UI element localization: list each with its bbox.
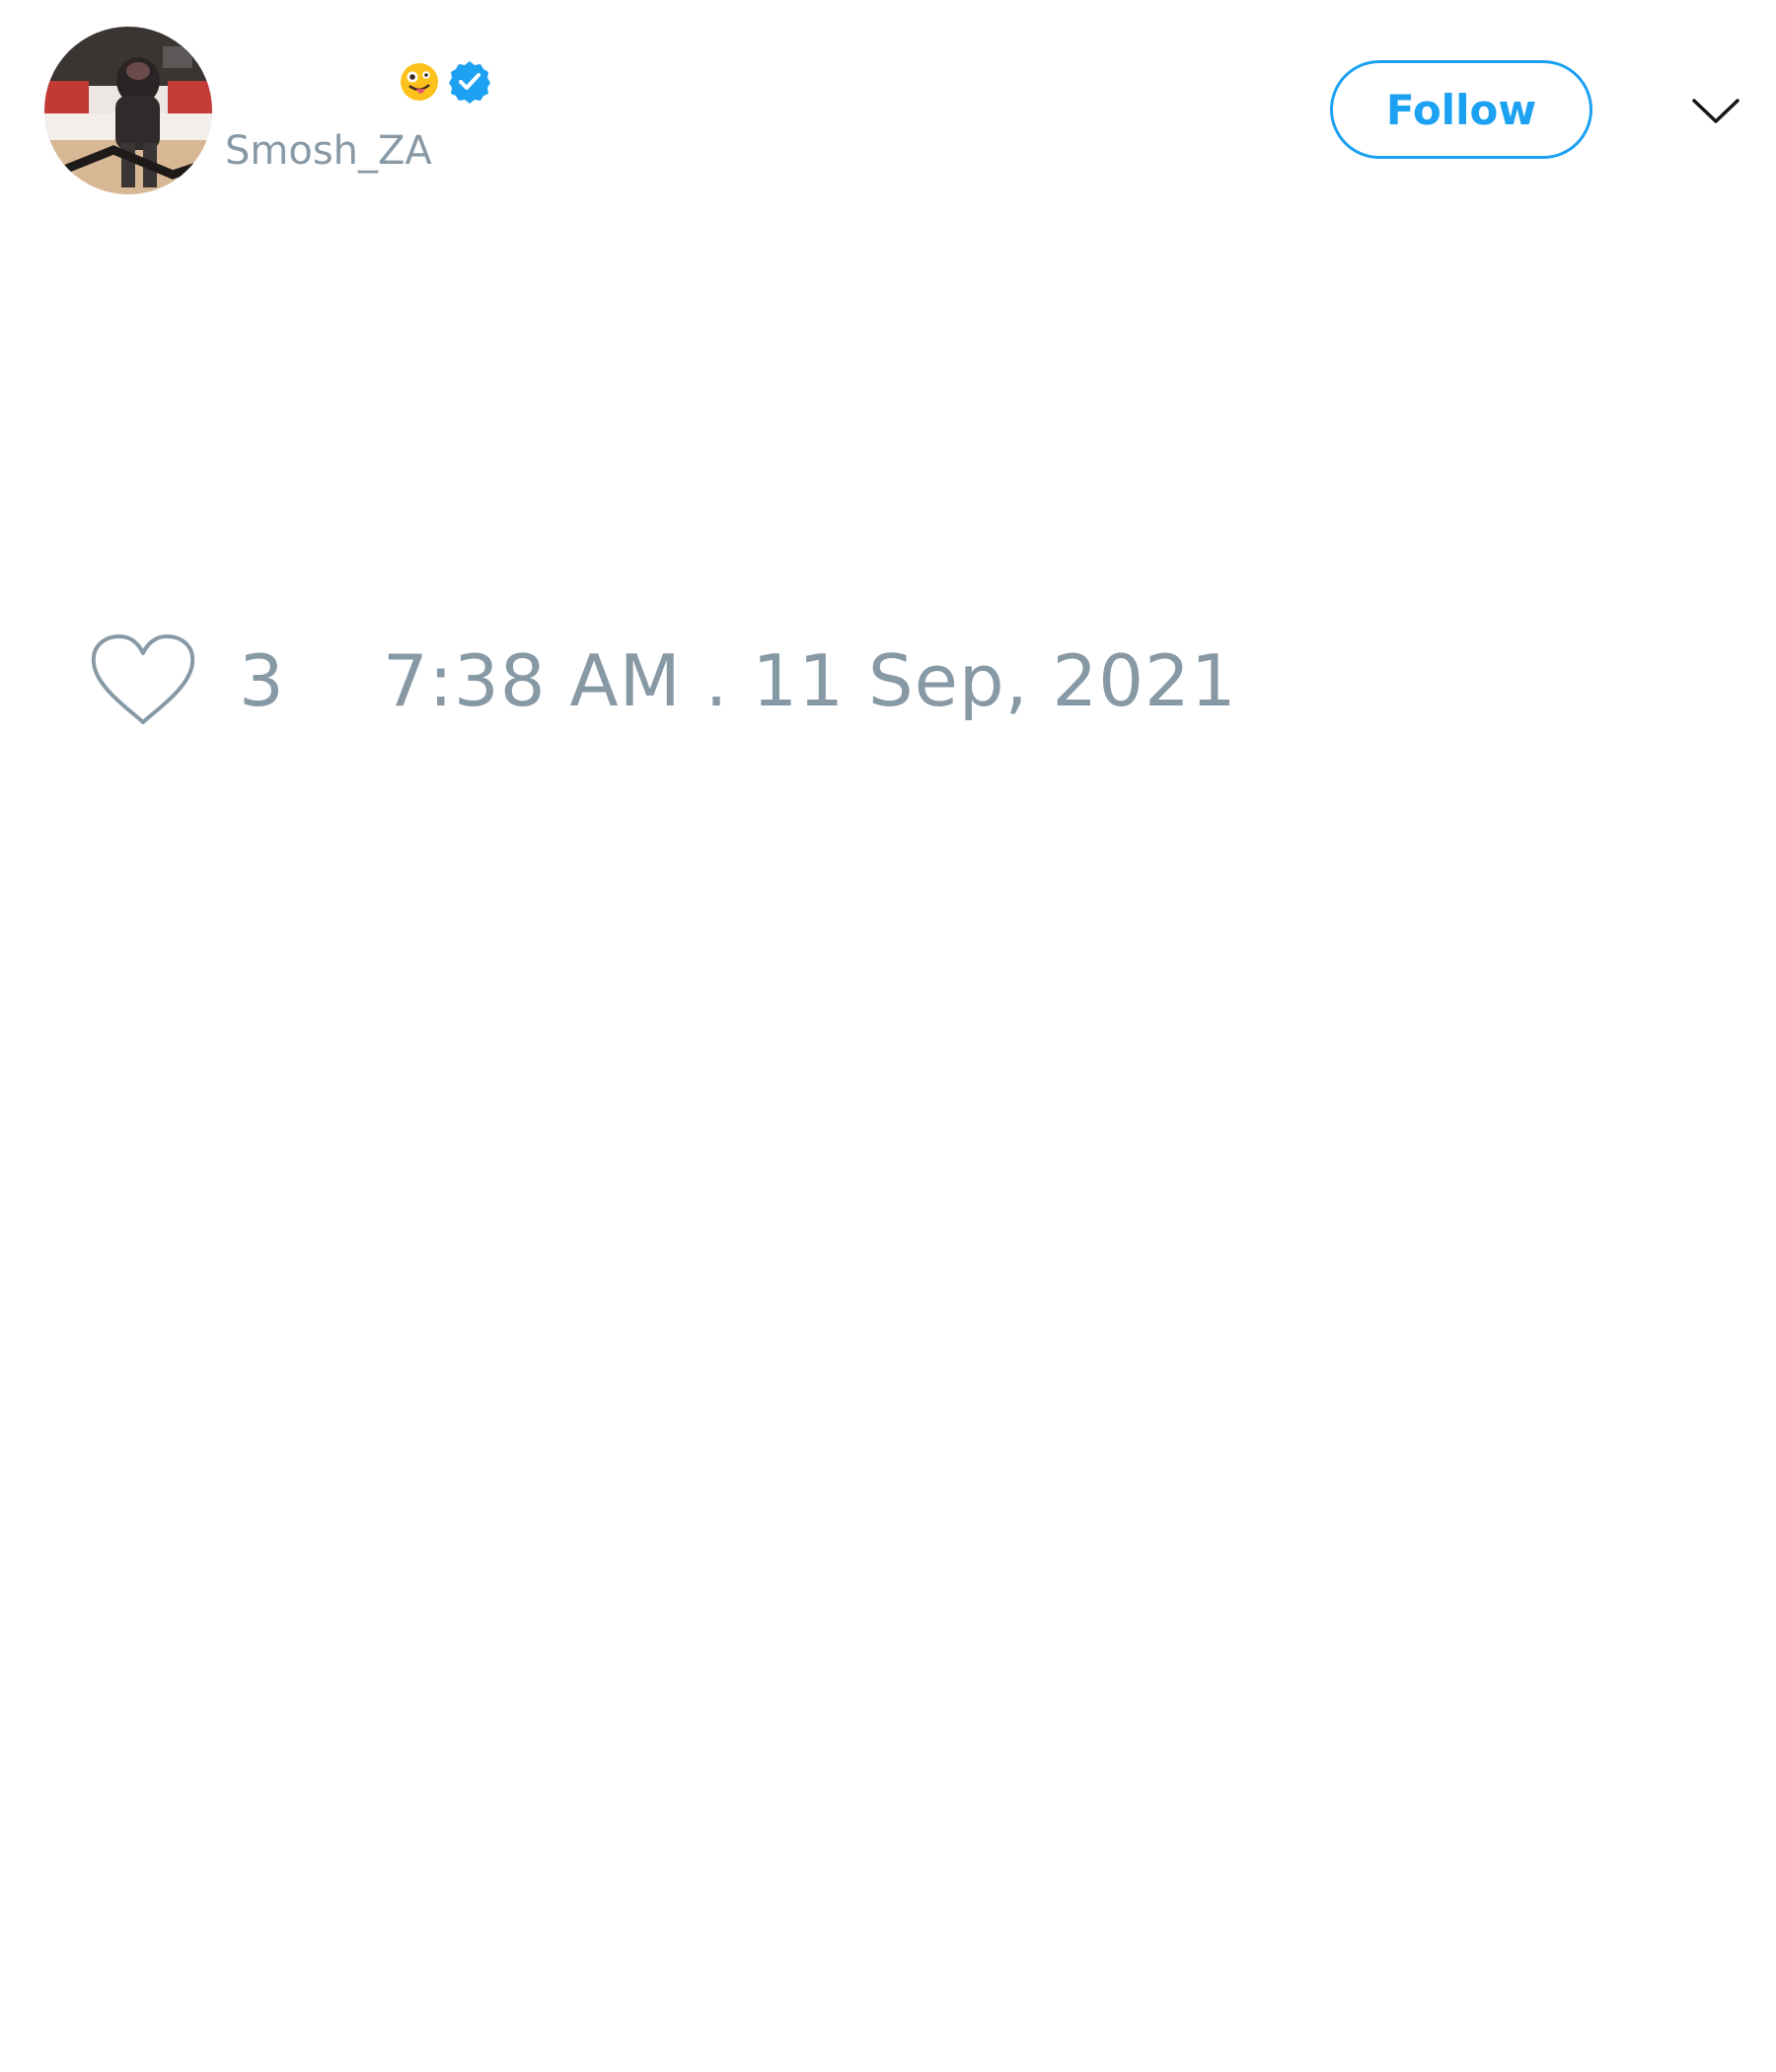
tweet-actions-row: 3 7:38 AM . 11 Sep, 2021 <box>89 631 1237 730</box>
verified-badge-icon <box>446 58 493 106</box>
tweet-timestamp[interactable]: 7:38 AM . 11 Sep, 2021 <box>383 631 1237 730</box>
like-button[interactable] <box>89 631 197 730</box>
zany-face-emoji-icon <box>399 61 440 103</box>
tweet-card: Smosh_ZA Follow 3 7:38 AM . 11 Sep, 2021 <box>0 0 1776 2072</box>
like-count: 3 <box>239 639 284 722</box>
heart-outline-icon <box>91 634 195 724</box>
author-handle[interactable]: Smosh_ZA <box>225 126 432 176</box>
chevron-down-icon <box>1692 99 1739 123</box>
avatar-photo <box>44 27 212 194</box>
follow-button[interactable]: Follow <box>1330 60 1592 159</box>
more-options-button[interactable] <box>1689 85 1742 138</box>
author-name-row <box>225 57 493 107</box>
avatar[interactable] <box>44 27 212 194</box>
